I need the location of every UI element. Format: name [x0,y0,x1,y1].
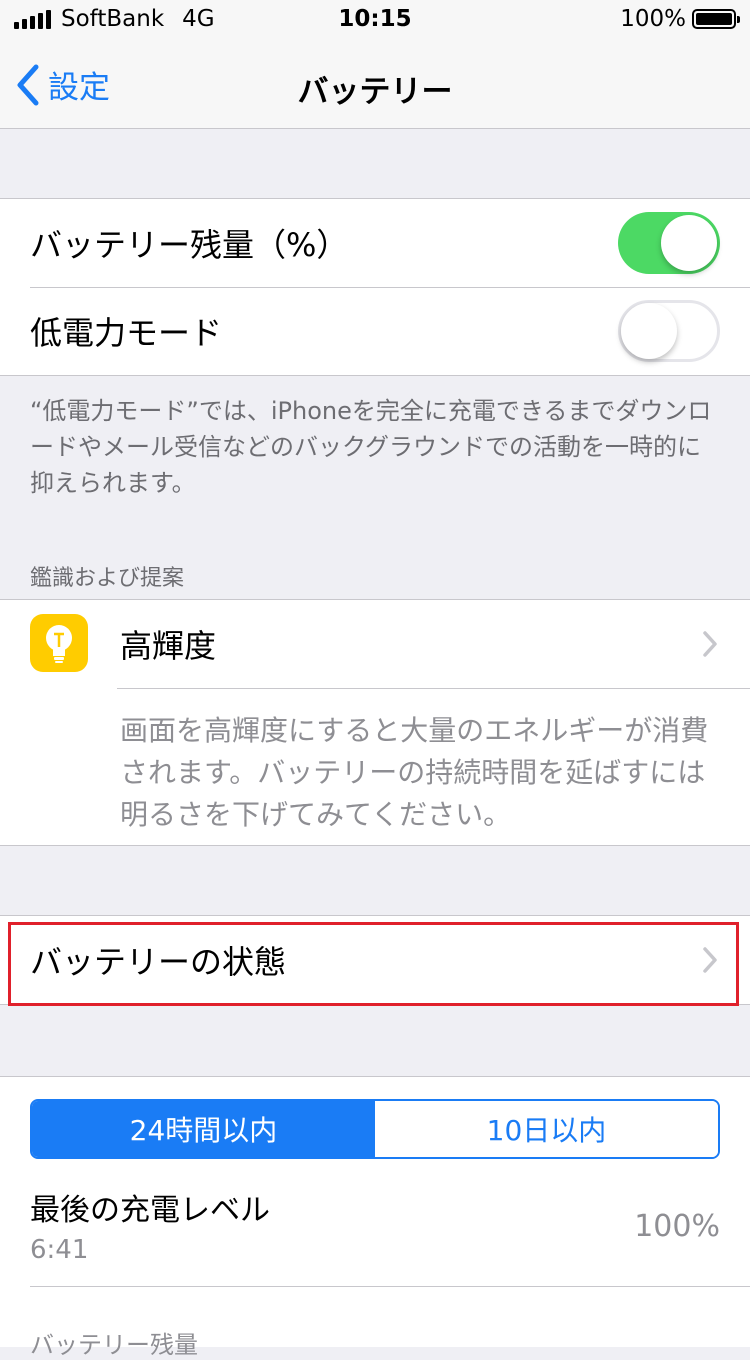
suggestions-group: 高輝度 画面を高輝度にすると大量のエネルギーが消費されます。バッテリーの持続時間… [0,599,750,846]
low-power-mode-row: 低電力モード [0,287,750,375]
low-power-mode-toggle[interactable] [618,300,720,362]
section-header-suggestions: 鑑識および提案 [30,566,185,591]
toggle-knob [621,303,677,359]
high-brightness-description: 画面を高輝度にすると大量のエネルギーが消費されます。バッテリーの持続時間を延ばす… [120,714,709,831]
low-power-footer: “低電力モード”では、iPhoneを完全に充電できるまでダウンロードやメール受信… [30,397,712,497]
high-brightness-row[interactable]: 高輝度 [0,600,750,688]
page-title: バッテリー [297,74,453,110]
status-right: 100% [620,6,740,32]
navigation-bar: 設定 バッテリー [0,40,750,129]
battery-level-header: バッテリー残量 [30,1331,198,1359]
divider [117,688,750,689]
time-range-segmented-control: 24時間以内 10日以内 [30,1099,720,1159]
battery-percentage-label: バッテリー残量（%） [30,226,349,264]
last-charge-time: 6:41 [30,1235,89,1265]
segment-24-hours[interactable]: 24時間以内 [32,1101,375,1157]
toggle-knob [661,215,717,271]
status-bar: SoftBank 4G 10:15 100% [0,0,750,40]
battery-icon [692,9,740,29]
battery-percentage-row: バッテリー残量（%） [0,199,750,287]
battery-settings-group: バッテリー残量（%） 低電力モード [0,198,750,376]
battery-percent: 100% [620,6,686,32]
segment-10-days[interactable]: 10日以内 [375,1101,718,1157]
battery-usage-group: 24時間以内 10日以内 最後の充電レベル 6:41 100% バッテリー残量 [0,1076,750,1359]
low-power-mode-label: 低電力モード [30,314,223,352]
lightbulb-icon [30,614,88,672]
high-brightness-label: 高輝度 [120,627,217,665]
chevron-right-icon [703,631,717,657]
last-charge-value: 100% [634,1209,720,1244]
divider [30,1286,750,1287]
battery-percentage-toggle[interactable] [618,212,720,274]
last-charge-label: 最後の充電レベル [30,1193,270,1228]
highlight-box [8,922,739,1006]
